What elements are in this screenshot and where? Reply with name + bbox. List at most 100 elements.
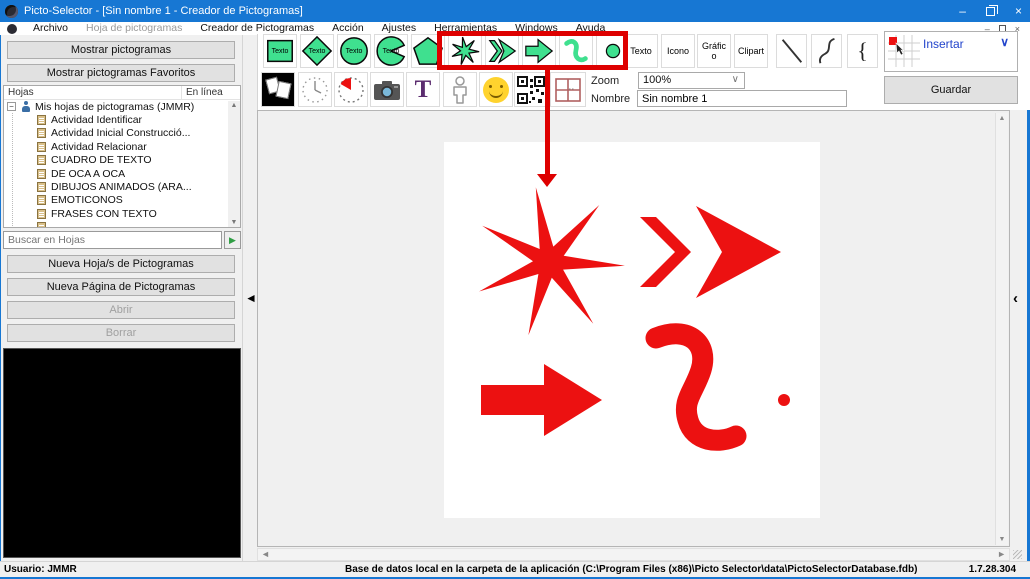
show-favorites-button[interactable]: Mostrar pictogramas Favoritos [7, 64, 235, 82]
search-input[interactable] [3, 231, 222, 249]
insert-chevron-down-icon[interactable]: ∨ [1000, 35, 1009, 49]
tool-circle-text[interactable]: Texto [337, 34, 371, 68]
tool-line[interactable] [776, 34, 807, 68]
tree-scrollbar[interactable]: ▲ ▼ [228, 101, 240, 227]
collapse-left-icon[interactable]: ◄ [245, 291, 257, 305]
tool-scurve-line[interactable] [811, 34, 842, 68]
photo-card-icon [275, 80, 292, 100]
tree-item-label[interactable]: Actividad Inicial Construcció... [51, 127, 190, 139]
tool-table[interactable] [550, 72, 586, 107]
scroll-right-icon[interactable]: ► [997, 549, 1006, 559]
annotation-highlight-rect [437, 31, 628, 70]
insert-clipart-label: Clipart [737, 46, 764, 56]
tree-item-label[interactable]: DE OCA A OCA [51, 168, 125, 180]
tree-root-label[interactable]: Mis hojas de pictogramas (JMMR) [35, 101, 194, 113]
vertical-scrollbar[interactable]: ▲ ▼ [995, 113, 1008, 545]
save-button[interactable]: Guardar [884, 76, 1018, 104]
chevron-down-icon: ∨ [731, 74, 739, 85]
collapse-right-icon[interactable]: ‹ [1013, 290, 1018, 307]
insert-icono-button[interactable]: Icono [661, 34, 695, 68]
tool-brace[interactable]: { [847, 34, 878, 68]
tree-item-partial[interactable] [4, 221, 240, 227]
delete-button[interactable]: Borrar [7, 324, 235, 342]
sidebar-splitter[interactable]: ◄ [242, 35, 257, 561]
sheet-icon [37, 222, 46, 227]
tool-pictogram-gallery[interactable] [261, 72, 295, 107]
tool-square-text-label: Texto [271, 47, 289, 55]
tree-item[interactable]: FRASES CON TEXTO [4, 207, 240, 220]
scroll-down-icon[interactable]: ▼ [996, 536, 1008, 543]
tool-camera[interactable] [370, 72, 404, 107]
tool-person[interactable] [443, 72, 477, 107]
tree-item-label[interactable]: CUADRO DE TEXTO [51, 154, 152, 166]
insert-panel[interactable]: Insertar ∨ [884, 31, 1018, 72]
tool-circle-text-label: Texto [345, 47, 363, 55]
scroll-left-icon[interactable]: ◄ [261, 549, 270, 559]
double-arrow-shape [696, 206, 781, 298]
dot-shape [778, 394, 790, 406]
tree-item-label[interactable]: Actividad Identificar [51, 114, 142, 126]
tool-smiley[interactable] [479, 72, 513, 107]
zoom-select[interactable]: 100% ∨ [638, 72, 745, 89]
tree-item[interactable]: Actividad Inicial Construcció... [4, 127, 240, 140]
tool-diamond-text[interactable]: Texto [300, 34, 334, 68]
insert-grafico-button[interactable]: Gráfico [697, 34, 731, 68]
sheets-tree: Hojas En línea − Mis hojas de pictograma… [3, 85, 241, 228]
tree-item-label[interactable]: EMOTICONOS [51, 194, 123, 206]
tree-children: Actividad Identificar Actividad Inicial … [4, 113, 240, 227]
tree-root[interactable]: − Mis hojas de pictogramas (JMMR) [4, 100, 240, 113]
tree-header[interactable]: Hojas En línea [4, 86, 240, 100]
drawing-canvas[interactable] [444, 142, 820, 518]
tree-item[interactable]: EMOTICONOS [4, 194, 240, 207]
star-shape [479, 187, 625, 336]
right-panel-splitter[interactable]: ‹ [1013, 110, 1025, 561]
search-go-button[interactable]: ▶ [224, 231, 241, 249]
scroll-down-icon[interactable]: ▼ [228, 219, 240, 226]
menu-app-icon [7, 23, 17, 34]
insert-clipart-button[interactable]: Clipart [734, 34, 768, 68]
insert-icono-label: Icono [666, 46, 690, 56]
tree-header-hojas[interactable]: Hojas [4, 86, 182, 99]
tool-square-text[interactable]: Texto [263, 34, 297, 68]
show-pictograms-button[interactable]: Mostrar pictogramas [7, 41, 235, 59]
menu-archivo[interactable]: Archivo [24, 22, 77, 35]
tree-item[interactable]: CUADRO DE TEXTO [4, 154, 240, 167]
tree-item[interactable]: DIBUJOS ANIMADOS (ARA... [4, 180, 240, 193]
tree-item-label[interactable]: FRASES CON TEXTO [51, 208, 157, 220]
tool-pacman-text[interactable]: Texto [374, 34, 408, 68]
insert-label: Insertar [923, 37, 964, 51]
tree-item[interactable]: Actividad Relacionar [4, 140, 240, 153]
canvas-frame: ▲ ▼ [257, 110, 1010, 547]
window-title: Picto-Selector - [Sin nombre 1 - Creador… [24, 5, 303, 17]
app-icon [5, 4, 18, 18]
new-page-button[interactable]: Nueva Página de Pictogramas [7, 278, 235, 296]
zoom-value: 100% [643, 74, 672, 86]
tool-text-letter[interactable]: T [406, 72, 440, 107]
close-icon[interactable]: × [1015, 0, 1022, 22]
tree-expander-icon[interactable]: − [7, 102, 16, 112]
scroll-up-icon[interactable]: ▲ [996, 115, 1008, 122]
minimize-icon[interactable]: – [959, 0, 966, 22]
tree-item-label[interactable]: Actividad Relacionar [51, 141, 147, 153]
tool-timer[interactable] [334, 72, 368, 107]
scroll-up-icon[interactable]: ▲ [228, 102, 240, 109]
sheet-icon [37, 182, 46, 193]
preview-panel [3, 348, 241, 558]
insert-texto-button[interactable]: Texto [624, 34, 658, 68]
double-arrow-tail-shape [640, 217, 691, 287]
sheet-icon [37, 128, 46, 139]
horizontal-scrollbar[interactable]: ◄ ► [257, 548, 1010, 561]
open-button[interactable]: Abrir [7, 301, 235, 319]
resize-grip-icon[interactable] [1013, 550, 1022, 559]
tree-item[interactable]: DE OCA A OCA [4, 167, 240, 180]
user-icon [20, 101, 31, 112]
annotation-arrow-line [545, 69, 550, 174]
tool-clock[interactable] [298, 72, 332, 107]
restore-icon[interactable] [985, 4, 998, 16]
tree-header-en-linea[interactable]: En línea [182, 86, 240, 99]
sheet-name-input[interactable] [637, 90, 847, 107]
tool-qr-code[interactable] [514, 72, 548, 107]
tree-item[interactable]: Actividad Identificar [4, 113, 240, 126]
tree-item-label[interactable]: DIBUJOS ANIMADOS (ARA... [51, 181, 192, 193]
new-sheet-button[interactable]: Nueva Hoja/s de Pictogramas [7, 255, 235, 273]
